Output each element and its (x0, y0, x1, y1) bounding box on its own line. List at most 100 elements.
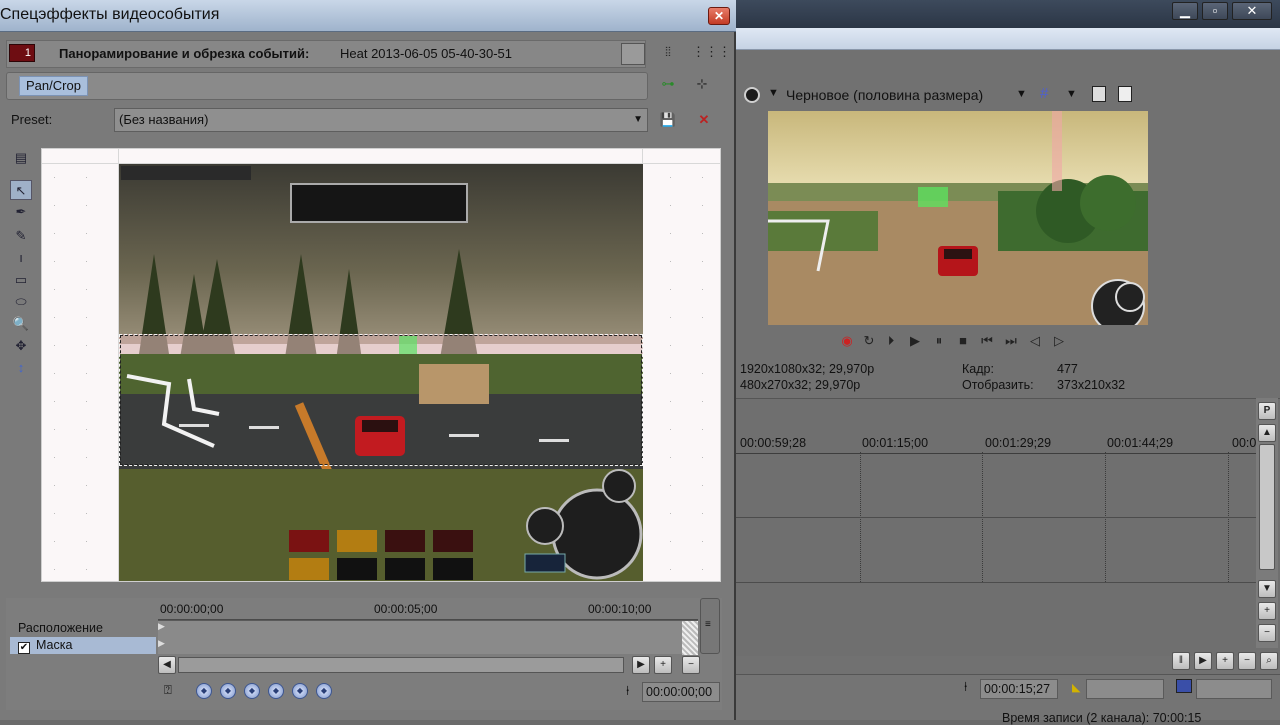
go-to-start-icon[interactable]: ⏮ (978, 330, 996, 352)
stop-icon[interactable]: ■ (954, 330, 972, 352)
split-tangent-icon[interactable]: ı (10, 248, 32, 268)
grid-dot (54, 429, 55, 430)
vertical-move-icon[interactable]: ↕ (10, 358, 32, 378)
normal-edit-tool-icon[interactable]: ↖ (10, 180, 32, 200)
move-tool-icon[interactable]: ✥ (10, 336, 32, 356)
timeline-ruler[interactable]: 00:00:59;28 00:01:15;00 00:01:29;29 00:0… (736, 432, 1256, 454)
rectangle-tool-icon[interactable]: ▭ (10, 270, 32, 290)
cursor-time-field[interactable]: 00:00:15;27 (980, 679, 1058, 699)
keyframe-horizontal-scrollbar[interactable]: ◀ ▶ + − (158, 656, 726, 674)
grid-dot (86, 541, 87, 542)
save-preset-icon[interactable]: 💾 (658, 110, 678, 130)
play-icon[interactable]: ▶ (906, 330, 924, 352)
crop-selection-rectangle[interactable] (119, 334, 643, 466)
grid-dot (670, 233, 671, 234)
marker-icon[interactable]: P (1258, 402, 1276, 420)
ellipse-tool-icon[interactable]: ⬭ (10, 292, 32, 312)
keyframe-marker-icon[interactable]: ▶ (158, 621, 165, 632)
layout-columns-icon[interactable]: ⦙⦙ (658, 42, 678, 62)
next-keyframe-icon[interactable]: ◆ (292, 683, 308, 699)
scroll-right-icon[interactable]: ▶ (632, 656, 650, 674)
track-position[interactable]: Расположение (10, 620, 156, 637)
ruler-label: 00:00:59;28 (740, 436, 807, 450)
grid-dot (86, 401, 87, 402)
chevron-down-icon[interactable]: ▼ (1016, 88, 1027, 100)
layout-grid-icon[interactable]: ⋮⋮⋮ (692, 42, 731, 62)
minimize-button[interactable]: ▁ (1172, 2, 1198, 20)
grid-dot (702, 373, 703, 374)
record-icon[interactable] (744, 87, 760, 103)
preset-dropdown[interactable]: (Без названия) ▼ (114, 108, 648, 132)
record-icon[interactable]: ◉ (838, 330, 856, 352)
keyframe-vertical-scrollbar[interactable]: ≡ (700, 598, 720, 654)
grid-dot (54, 289, 55, 290)
next-frame-icon[interactable]: ▷ (1050, 330, 1068, 352)
scroll-right-icon[interactable]: ▶ (1194, 652, 1212, 670)
first-keyframe-icon[interactable]: ◆ (196, 683, 212, 699)
anchor-creation-icon[interactable]: ✎ (10, 226, 32, 246)
scroll-thumb[interactable] (178, 657, 624, 673)
previous-keyframe-icon[interactable]: ◆ (220, 683, 236, 699)
last-keyframe-icon[interactable]: ◆ (316, 683, 332, 699)
sync-cursor-icon[interactable]: ⍰ (164, 682, 172, 698)
keyframe-time-field[interactable]: 00:00:00;00 (642, 682, 720, 702)
chevron-down-icon[interactable]: ▼ (633, 109, 643, 131)
scroll-left-icon[interactable]: ◀ (158, 656, 176, 674)
zoom-out-icon[interactable]: − (1258, 624, 1276, 642)
grid-dot (54, 261, 55, 262)
track-mask[interactable]: ✔ Маска (10, 637, 156, 654)
chevron-down-icon[interactable]: ▼ (1066, 88, 1077, 100)
grid-dot (86, 457, 87, 458)
remove-plugin-icon[interactable]: ⊹ (692, 74, 712, 94)
zoom-magnifier-icon[interactable]: ⌕ (1260, 652, 1278, 670)
mask-enabled-checkbox[interactable]: ✔ (18, 642, 30, 654)
pause-icon[interactable]: ⏸ (930, 330, 948, 352)
zoom-out-icon[interactable]: − (1238, 652, 1256, 670)
fx-chain-item-pan-crop[interactable]: Pan/Crop (19, 76, 88, 96)
grid-dot (702, 429, 703, 430)
plug-in-chain-icon[interactable]: ⊶ (658, 74, 678, 94)
keyframe-ruler[interactable]: 00:00:00;00 00:00:05;00 00:00:10;00 (158, 598, 698, 620)
pen-tool-icon[interactable]: ✒ (10, 202, 32, 222)
ruler-label: 00:01:29;29 (985, 436, 1052, 450)
loop-icon[interactable]: ↻ (860, 330, 878, 352)
properties-icon[interactable]: ▤ (10, 148, 32, 168)
scroll-down-icon[interactable]: ▼ (1258, 580, 1276, 598)
plugin-badge-icon[interactable]: 1 (9, 44, 35, 62)
scroll-thumb[interactable] (1259, 444, 1275, 570)
selection-length-field[interactable] (1196, 679, 1272, 699)
layout-compact-icon[interactable] (621, 43, 645, 65)
previous-frame-icon[interactable]: ◁ (1026, 330, 1044, 352)
selection-start-field[interactable] (1086, 679, 1164, 699)
delete-preset-icon[interactable]: ✕ (694, 110, 714, 130)
scroll-up-icon[interactable]: ▲ (1258, 424, 1276, 442)
remove-keyframe-icon[interactable]: ◆ (268, 683, 284, 699)
zoom-in-icon[interactable]: + (1216, 652, 1234, 670)
zoom-in-icon[interactable]: + (654, 656, 672, 674)
close-button[interactable]: ✕ (1232, 2, 1272, 20)
maximize-button[interactable]: ▫ (1202, 2, 1228, 20)
copy-snapshot-icon[interactable] (1092, 86, 1106, 102)
zoom-in-icon[interactable]: + (1258, 602, 1276, 620)
grid-icon[interactable]: # (1040, 85, 1048, 102)
save-snapshot-icon[interactable] (1118, 86, 1132, 102)
keyframe-lane[interactable]: ▶ ▶ (158, 620, 698, 655)
grid-dot (702, 289, 703, 290)
timeline-horizontal-scrollbar[interactable]: ‖ ▶ + − ⌕ (736, 650, 1280, 672)
ruler-label: 00:00:10;00 (588, 602, 652, 616)
pan-crop-workspace[interactable] (41, 148, 721, 582)
preview-quality-select[interactable]: Черновое (половина размера) (786, 87, 983, 103)
fx-close-button[interactable]: ✕ (708, 7, 730, 25)
preset-value: (Без названия) (119, 112, 209, 127)
chevron-down-icon[interactable]: ▼ (768, 87, 779, 99)
zoom-out-icon[interactable]: − (682, 656, 700, 674)
grid-dot (86, 177, 87, 178)
keyframe-marker-icon[interactable]: ▶ (158, 638, 165, 649)
go-to-end-icon[interactable]: ⏭ (1002, 330, 1020, 352)
scroll-thumb-grip-icon[interactable]: ‖ (1172, 652, 1190, 670)
play-from-start-icon[interactable]: ⏵ (882, 330, 900, 352)
add-keyframe-icon[interactable]: ◆ (244, 683, 260, 699)
grid-dot (54, 233, 55, 234)
zoom-tool-icon[interactable]: 🔍 (10, 314, 32, 334)
timeline-vertical-scrollbar[interactable]: P ▲ ▼ + − (1256, 398, 1278, 648)
